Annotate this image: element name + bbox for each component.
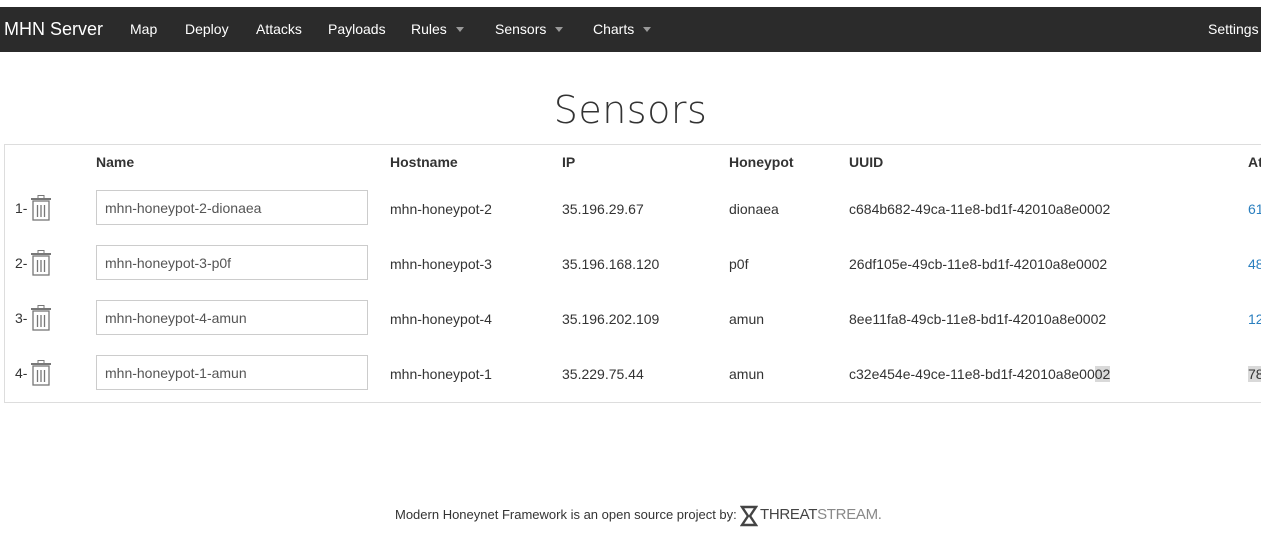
sensor-name-input[interactable] (96, 355, 368, 390)
ip-cell: 35.196.29.67 (562, 201, 644, 217)
hostname-cell: mhn-honeypot-3 (390, 256, 492, 272)
nav-payloads[interactable]: Payloads (328, 21, 386, 37)
sensor-name-input[interactable] (96, 245, 368, 280)
trash-icon[interactable] (30, 305, 52, 331)
uuid-cell: 8ee11fa8-49cb-11e8-bd1f-42010a8e0002 (849, 311, 1107, 327)
nav-sensors-label: Sensors (495, 21, 547, 37)
sensor-name-input[interactable] (96, 190, 368, 225)
honeypot-cell: amun (729, 366, 765, 382)
nav-map[interactable]: Map (130, 21, 157, 37)
nav-sensors-dropdown[interactable]: Sensors (495, 21, 564, 37)
hostname-cell: mhn-honeypot-4 (390, 311, 492, 327)
attacks-link[interactable]: 78 (1248, 366, 1261, 382)
nav-attacks[interactable]: Attacks (256, 21, 302, 37)
uuid-selected-text: 02 (1094, 366, 1111, 382)
attacks-link[interactable]: 12 (1248, 311, 1261, 327)
col-header-hostname: Hostname (390, 154, 458, 170)
trash-icon[interactable] (30, 360, 52, 386)
attacks-link[interactable]: 48 (1248, 256, 1261, 272)
uuid-cell: c684b682-49ca-11e8-bd1f-42010a8e0002 (849, 201, 1111, 217)
trash-icon[interactable] (30, 195, 52, 221)
top-gap (0, 0, 1261, 7)
uuid-cell: 26df105e-49cb-11e8-bd1f-42010a8e0002 (849, 256, 1108, 272)
logo-bold-text: THREAT (760, 506, 818, 523)
nav-rules-dropdown[interactable]: Rules (411, 21, 464, 37)
trash-icon[interactable] (30, 250, 52, 276)
chevron-down-icon (555, 26, 564, 32)
col-header-ip: IP (562, 154, 576, 170)
chevron-down-icon (643, 26, 652, 32)
col-header-name: Name (96, 154, 135, 170)
chevron-down-icon (455, 26, 464, 32)
row-index: 2- (15, 255, 28, 271)
nav-rules-label: Rules (411, 21, 447, 37)
attacks-link[interactable]: 61 (1248, 201, 1261, 217)
page-title: Sensors (553, 88, 708, 132)
row-index: 4- (15, 365, 28, 381)
uuid-cell: c32e454e-49ce-11e8-bd1f-42010a8e0002 (849, 366, 1111, 382)
nav-deploy[interactable]: Deploy (185, 21, 229, 37)
honeypot-cell: amun (729, 311, 765, 327)
hostname-cell: mhn-honeypot-1 (390, 366, 492, 382)
brand-link[interactable]: MHN Server (4, 19, 103, 40)
hostname-cell: mhn-honeypot-2 (390, 201, 492, 217)
nav-settings[interactable]: Settings (1208, 21, 1259, 37)
ip-cell: 35.196.168.120 (562, 256, 660, 272)
uuid-text: c32e454e-49ce-11e8-bd1f-42010a8e00 (849, 366, 1095, 382)
honeypot-cell: dionaea (729, 201, 779, 217)
footer-text: Modern Honeynet Framework is an open sou… (395, 507, 737, 522)
logo-light-text: STREAM. (817, 506, 882, 523)
row-index: 3- (15, 310, 28, 326)
nav-charts-label: Charts (593, 21, 635, 37)
ip-cell: 35.229.75.44 (562, 366, 644, 382)
col-header-attacks: At (1248, 154, 1261, 170)
honeypot-cell: p0f (729, 256, 749, 272)
sensor-name-input[interactable] (96, 300, 368, 335)
threatstream-logo-text[interactable]: THREATSTREAM. (760, 506, 882, 523)
threatstream-logo-icon (740, 505, 758, 527)
ip-cell: 35.196.202.109 (562, 311, 660, 327)
row-index: 1- (15, 200, 28, 216)
col-header-uuid: UUID (849, 154, 884, 170)
nav-charts-dropdown[interactable]: Charts (593, 21, 652, 37)
navbar: MHN Server Map Deploy Attacks Payloads R… (0, 7, 1261, 52)
col-header-honeypot: Honeypot (729, 154, 794, 170)
